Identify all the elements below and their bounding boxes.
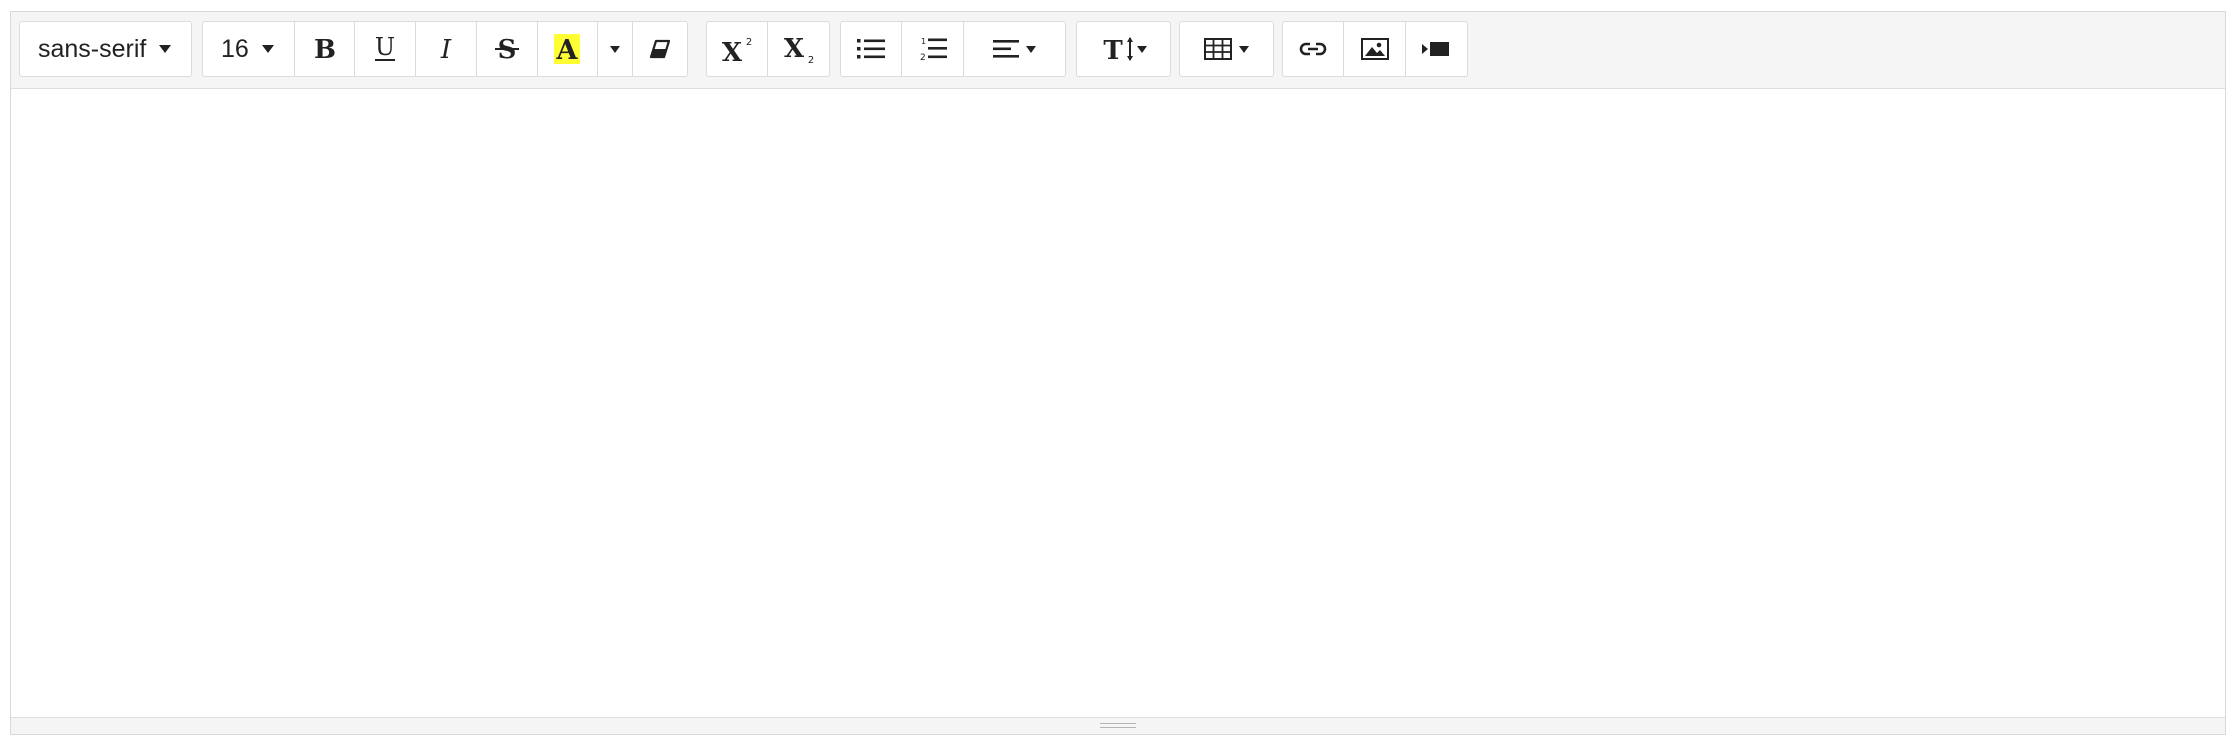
- clear-format-button[interactable]: [633, 22, 687, 76]
- format-group: 16 B U I S A: [202, 21, 688, 77]
- chevron-down-icon: [261, 45, 274, 53]
- video-icon: [1422, 40, 1450, 58]
- subscript-icon: X2: [782, 33, 816, 65]
- text-color-icon: A: [554, 34, 581, 64]
- svg-text:2: 2: [746, 37, 752, 48]
- image-icon: [1360, 38, 1389, 60]
- line-height-group: T: [1076, 21, 1171, 77]
- align-left-icon: [992, 39, 1019, 59]
- editor-content-area[interactable]: [11, 89, 2225, 719]
- table-icon: [1204, 38, 1232, 60]
- underline-icon: U: [372, 34, 398, 64]
- line-height-icon: T: [1101, 34, 1135, 64]
- table-dropdown[interactable]: [1180, 22, 1273, 76]
- resize-handle[interactable]: [1100, 723, 1136, 728]
- svg-text:X: X: [783, 34, 804, 64]
- image-button[interactable]: [1344, 22, 1406, 76]
- list-group: 12: [840, 21, 1066, 77]
- eraser-icon: [649, 39, 671, 59]
- bold-icon: B: [312, 36, 338, 62]
- bullet-list-icon: [857, 38, 886, 60]
- script-group: X2 X2: [706, 21, 830, 77]
- editor-statusbar: [11, 717, 2225, 734]
- subscript-button[interactable]: X2: [768, 22, 829, 76]
- chevron-down-icon: [1239, 45, 1249, 53]
- svg-text:I: I: [440, 36, 452, 62]
- insert-group: [1282, 21, 1468, 77]
- svg-text:A: A: [556, 35, 579, 64]
- svg-text:U: U: [375, 34, 395, 61]
- numbered-list-icon: 12: [919, 36, 947, 62]
- bold-button[interactable]: B: [295, 22, 356, 76]
- line-height-dropdown[interactable]: T: [1077, 22, 1170, 76]
- chevron-down-icon: [610, 45, 621, 53]
- italic-icon: I: [435, 36, 457, 62]
- svg-text:X: X: [722, 38, 743, 64]
- highlight-dropdown-button[interactable]: [598, 22, 634, 76]
- video-button[interactable]: [1406, 22, 1467, 76]
- table-group: [1179, 21, 1274, 77]
- editor-toolbar: sans-serif 16 B U I S A X 2 X 2 1 2 T: [11, 12, 2225, 89]
- strikethrough-button[interactable]: S: [477, 22, 538, 76]
- font-size-value: 16: [221, 34, 249, 63]
- rich-text-editor: sans-serif 16 B U I S A X 2 X 2 1 2 T: [10, 11, 2226, 735]
- link-icon: [1298, 40, 1328, 58]
- underline-button[interactable]: U: [355, 22, 417, 76]
- font-family-dropdown[interactable]: sans-serif: [20, 22, 191, 76]
- font-family-value: sans-serif: [38, 34, 147, 63]
- svg-text:B: B: [314, 36, 336, 62]
- svg-text:T: T: [1103, 36, 1123, 64]
- ordered-list-button[interactable]: 12: [902, 22, 964, 76]
- font-family-group: sans-serif: [19, 21, 192, 77]
- italic-button[interactable]: I: [416, 22, 477, 76]
- svg-text:2: 2: [807, 55, 813, 65]
- font-size-dropdown[interactable]: 16: [203, 22, 295, 76]
- align-dropdown-button[interactable]: [964, 22, 1065, 76]
- chevron-down-icon: [159, 45, 172, 53]
- highlight-button[interactable]: A: [538, 22, 599, 76]
- svg-text:1: 1: [921, 37, 926, 46]
- chevron-down-icon: [1136, 45, 1147, 53]
- link-button[interactable]: [1283, 22, 1345, 76]
- superscript-button[interactable]: X2: [707, 22, 769, 76]
- chevron-down-icon: [1025, 45, 1036, 53]
- superscript-icon: X2: [720, 34, 754, 64]
- unordered-list-button[interactable]: [841, 22, 903, 76]
- strikethrough-icon: S: [493, 35, 521, 63]
- svg-text:2: 2: [920, 53, 926, 62]
